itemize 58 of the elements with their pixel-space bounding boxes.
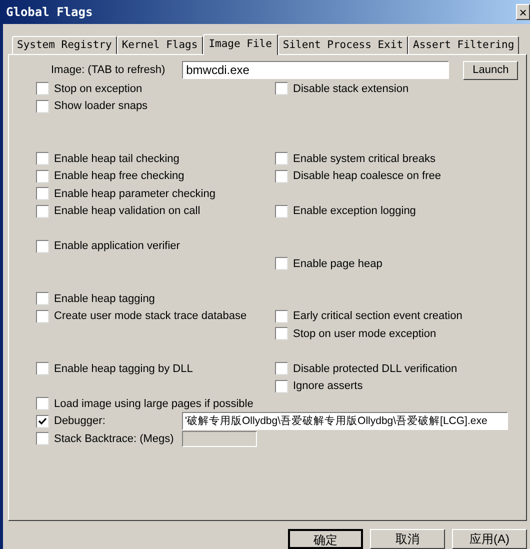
checkbox-label: Enable heap free checking [54, 169, 184, 184]
checkbox-label: Early critical section event creation [293, 309, 462, 324]
checkbox[interactable] [36, 397, 49, 410]
image-field[interactable]: bmwcdi.exe [182, 61, 450, 79]
checkbox[interactable] [36, 152, 49, 166]
checkbox-label: Enable heap tagging by DLL [54, 362, 193, 376]
checkbox[interactable] [36, 310, 49, 323]
checkbox[interactable] [275, 327, 288, 340]
checkbox[interactable] [36, 204, 49, 218]
checkbox-label: Disable stack extension [293, 82, 409, 96]
checkbox[interactable] [275, 170, 288, 183]
checkbox[interactable] [36, 240, 49, 253]
checkbox[interactable] [36, 362, 49, 376]
checkbox[interactable] [275, 204, 288, 218]
tab[interactable]: Kernel Flags [116, 36, 203, 54]
dialog-button[interactable]: 取消 [370, 529, 445, 549]
tab[interactable]: Silent Process Exit [278, 36, 408, 54]
checkbox[interactable] [36, 100, 49, 113]
dialog-button[interactable]: 应用(A) [452, 529, 527, 549]
checkbox-label: Enable heap parameter checking [54, 186, 216, 202]
checkmark-icon [38, 416, 47, 426]
checkbox[interactable] [36, 170, 49, 183]
tab[interactable]: Image File [202, 34, 278, 55]
window-title: Global Flags [6, 4, 93, 21]
checkbox-label: Enable page heap [293, 256, 382, 272]
checkbox-label: Stop on exception [54, 82, 142, 96]
checkbox-label: Enable application verifier [54, 239, 180, 254]
text-field[interactable]: '破解专用版Ollydbg\吾爱破解专用版Ollydbg\吾爱破解[LCG].exe [182, 412, 508, 430]
checkbox[interactable] [36, 187, 49, 200]
checkbox[interactable] [36, 292, 49, 306]
image-label: Image: (TAB to refresh) [51, 62, 166, 78]
checkbox[interactable] [275, 152, 288, 166]
checkbox-label: Load image using large pages if possible [54, 396, 254, 412]
checkbox-label: Create user mode stack trace database [54, 309, 247, 324]
close-button[interactable]: × [516, 4, 530, 20]
launch-button[interactable]: Launch [463, 60, 518, 80]
dialog-button[interactable]: 确定 [288, 529, 363, 549]
tab[interactable]: System Registry [12, 36, 117, 54]
checkbox-label: Enable heap validation on call [54, 204, 200, 219]
checkbox-label: Enable exception logging [293, 204, 416, 219]
checkbox-label: Disable protected DLL verification [293, 362, 458, 376]
checkbox[interactable] [36, 82, 49, 96]
checkbox-label: Ignore asserts [293, 379, 363, 394]
checkbox[interactable] [275, 380, 288, 393]
checkbox-label: Debugger: [54, 414, 106, 429]
checkbox-label: Enable system critical breaks [293, 152, 436, 166]
checkbox[interactable] [275, 257, 288, 270]
checkbox-label: Stack Backtrace: (Megs) [54, 432, 174, 446]
checkbox-label: Disable heap coalesce on free [293, 169, 441, 184]
checkbox-label: Show loader snaps [54, 99, 148, 114]
checkbox[interactable] [36, 414, 49, 428]
checkbox-label: Enable heap tagging [54, 292, 155, 306]
checkbox[interactable] [275, 310, 288, 323]
checkbox-label: Enable heap tail checking [54, 152, 180, 166]
checkbox[interactable] [275, 82, 288, 96]
checkbox[interactable] [275, 362, 288, 376]
tab[interactable]: Assert Filtering [408, 36, 520, 54]
checkbox-label: Stop on user mode exception [293, 326, 436, 342]
